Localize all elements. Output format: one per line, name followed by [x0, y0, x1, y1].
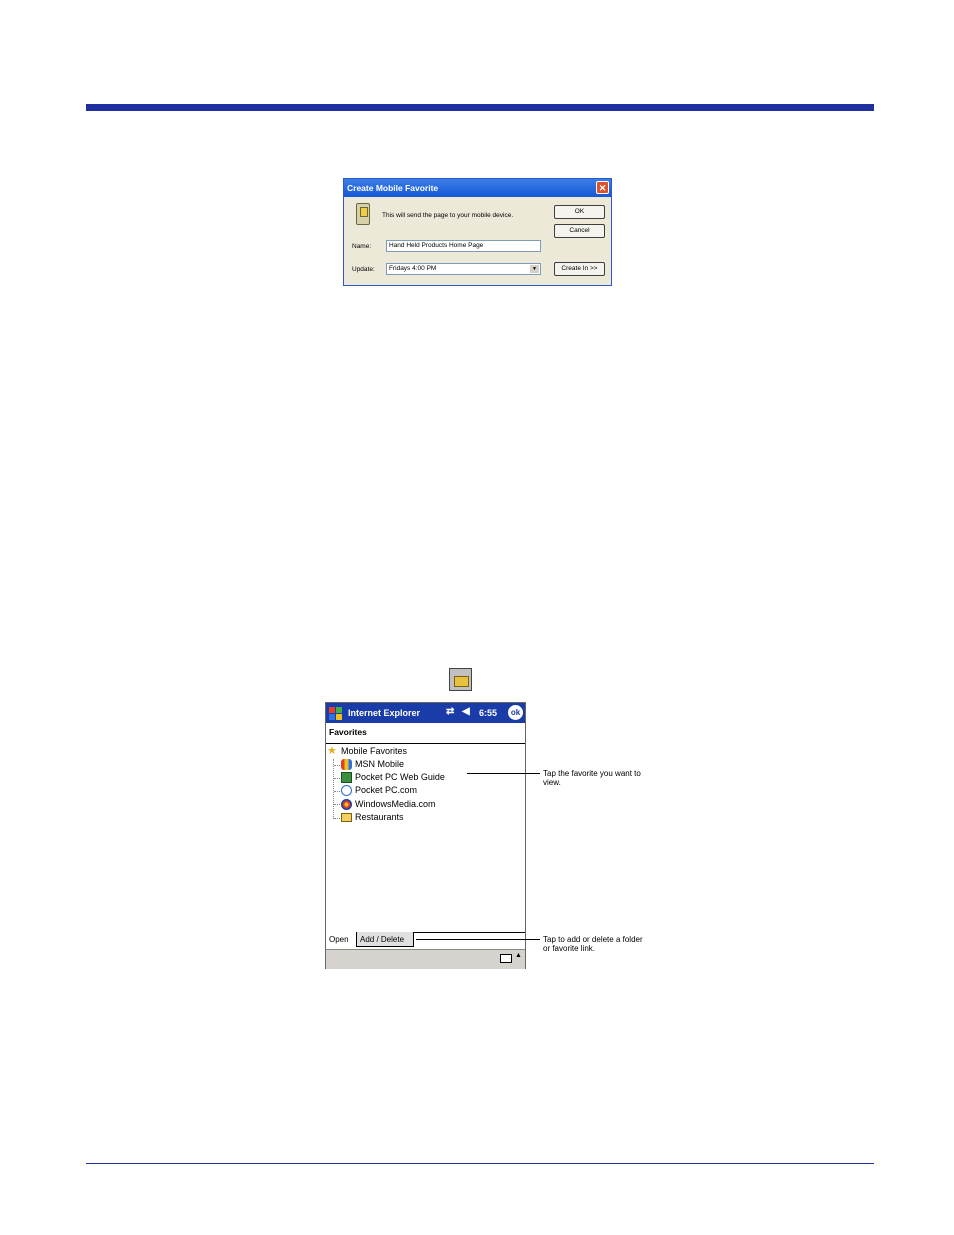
- tree-item-label: Mobile Favorites: [341, 746, 408, 756]
- tree-item-restaurants[interactable]: Restaurants: [341, 811, 404, 823]
- tree-item-label: Restaurants: [355, 812, 404, 822]
- callout-line-favorite: [467, 773, 540, 774]
- close-icon[interactable]: ✕: [596, 181, 609, 194]
- dialog-title: Create Mobile Favorite: [347, 183, 439, 193]
- create-in-button[interactable]: Create In >>: [554, 262, 605, 276]
- tree-item-pocket-pc-web-guide[interactable]: Pocket PC Web Guide: [341, 771, 445, 784]
- update-select-value: Fridays 4:00 PM: [389, 265, 437, 272]
- app-title: Internet Explorer: [348, 708, 421, 718]
- volume-icon[interactable]: ◀: [462, 706, 470, 717]
- update-select[interactable]: Fridays 4:00 PM ▼: [386, 263, 541, 275]
- favorites-heading: Favorites: [329, 727, 367, 737]
- dialog-message: This will send the page to your mobile d…: [382, 212, 514, 219]
- tree-branch: [334, 791, 340, 792]
- header-rule: [86, 104, 874, 111]
- tree-branch: [334, 804, 340, 805]
- sync-icon[interactable]: ⇄: [446, 706, 454, 717]
- start-flag-icon[interactable]: [328, 706, 343, 720]
- media-icon: [341, 799, 352, 811]
- tree-branch: [334, 778, 340, 779]
- callout-add-delete: Tap to add or delete a folder or favorit…: [543, 935, 643, 953]
- tab-open[interactable]: Open: [326, 932, 356, 947]
- input-menu-arrow-icon[interactable]: ▲: [515, 952, 522, 959]
- msn-butterfly-icon: [341, 759, 352, 771]
- clock-icon: [341, 785, 352, 797]
- clock-time[interactable]: 6:55: [479, 708, 497, 718]
- pocket-pc-screen: Internet Explorer ⇄ ◀ 6:55 ok Favorites …: [325, 702, 526, 969]
- tree-branch: [334, 765, 340, 766]
- name-field[interactable]: Hand Held Products Home Page: [386, 240, 541, 252]
- ok-button[interactable]: ok: [508, 705, 523, 720]
- tree-item-label: Pocket PC Web Guide: [355, 772, 445, 782]
- cancel-button[interactable]: Cancel: [554, 224, 605, 238]
- tree-item-label: MSN Mobile: [355, 759, 405, 769]
- chevron-down-icon[interactable]: ▼: [530, 265, 539, 273]
- update-label: Update:: [352, 266, 375, 273]
- name-label: Name:: [352, 243, 372, 250]
- mobile-device-icon: [356, 203, 370, 225]
- tree-item-label: WindowsMedia.com: [355, 799, 436, 809]
- tab-add-delete[interactable]: Add / Delete: [356, 932, 414, 947]
- divider: [326, 743, 525, 744]
- navigation-bar: Internet Explorer ⇄ ◀ 6:55 ok: [326, 703, 525, 723]
- star-icon: ★: [327, 745, 337, 758]
- dialog-titlebar: Create Mobile Favorite ✕: [344, 179, 611, 197]
- tree-item-mobile-favorites[interactable]: ★ Mobile Favorites: [327, 745, 407, 757]
- tree-item-label: Pocket PC.com: [355, 785, 418, 795]
- tree-item-windowsmedia-com[interactable]: WindowsMedia.com: [341, 798, 436, 811]
- tree-item-msn-mobile[interactable]: MSN Mobile: [341, 758, 405, 771]
- tree-branch: [334, 818, 340, 819]
- favorites-folder-icon[interactable]: [449, 668, 472, 691]
- command-bar: ▲: [326, 949, 525, 969]
- keyboard-icon[interactable]: [500, 954, 512, 963]
- footer-rule: [86, 1163, 874, 1164]
- ok-button[interactable]: OK: [554, 205, 605, 219]
- web-guide-icon: [341, 772, 352, 784]
- folder-icon: [341, 813, 352, 823]
- callout-line-add-delete: [416, 939, 540, 940]
- callout-favorite: Tap the favorite you want to view.: [543, 769, 641, 787]
- tree-item-pocket-pc-com[interactable]: Pocket PC.com: [341, 784, 418, 797]
- tree-connector: [333, 759, 334, 819]
- create-mobile-favorite-dialog: Create Mobile Favorite ✕ This will send …: [343, 178, 612, 286]
